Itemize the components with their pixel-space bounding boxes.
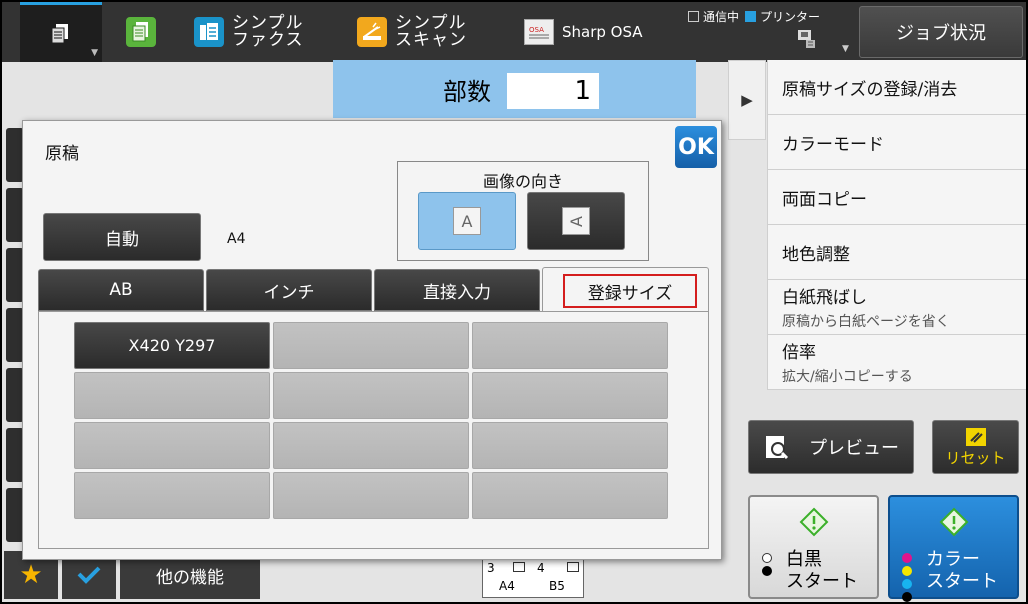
comm-indicator-icon: [688, 11, 699, 22]
sharp-osa-label: Sharp OSA: [562, 23, 643, 41]
paper-tray-indicator: 3 A4 4 B5: [482, 558, 584, 598]
home-button[interactable]: ▼: [20, 2, 102, 62]
tab-ab[interactable]: AB: [38, 269, 204, 311]
start-diamond-icon: [939, 507, 968, 537]
svg-text:OSA: OSA: [529, 26, 544, 34]
color-start-label: カラー スタート: [926, 549, 998, 592]
portrait-orientation-button[interactable]: A: [418, 192, 516, 250]
size-cell[interactable]: [273, 472, 469, 519]
size-cell[interactable]: [273, 322, 469, 369]
menu-color-mode[interactable]: カラーモード: [767, 115, 1026, 170]
check-icon: [77, 566, 101, 584]
expand-menu-button[interactable]: ▶: [728, 60, 766, 140]
size-grid: X420 Y297: [74, 322, 668, 519]
size-cell[interactable]: [472, 422, 668, 469]
original-size-dialog: 原稿 OK 自動 A4 画像の向き A A AB インチ 直接入力 登録サイズ …: [22, 120, 722, 560]
ok-button[interactable]: OK: [675, 126, 717, 168]
bw-start-button[interactable]: 白黒 スタート: [748, 495, 879, 599]
simple-fax-label: シンプル ファクス: [232, 13, 304, 50]
job-status-button[interactable]: ジョブ状況: [859, 6, 1023, 58]
dialog-title: 原稿: [45, 144, 79, 164]
tray-icon: [567, 562, 579, 572]
tab-registered-size-label: 登録サイズ: [563, 274, 697, 308]
menu-blank-skip[interactable]: 白紙飛ばし 原稿から白紙ページを省く: [767, 280, 1026, 335]
printer-device-icon: [797, 28, 817, 54]
copies-input[interactable]: 1: [507, 73, 599, 109]
menu-duplex-copy[interactable]: 両面コピー: [767, 170, 1026, 225]
simple-scan-label: シンプル スキャン: [395, 13, 467, 50]
size-cell[interactable]: [74, 422, 270, 469]
copy-mode-icon: [51, 23, 68, 43]
copies-panel: 部数 1: [333, 60, 696, 118]
size-cell[interactable]: [273, 422, 469, 469]
size-cell[interactable]: [273, 372, 469, 419]
copy-app-button[interactable]: [126, 2, 156, 62]
orientation-group: 画像の向き A A: [397, 161, 649, 261]
fax-icon: [194, 17, 224, 47]
copies-label: 部数: [443, 77, 491, 106]
right-menu: 原稿サイズの登録/消去 カラーモード 両面コピー 地色調整 白紙飛ばし 原稿から白…: [767, 60, 1026, 390]
preview-icon: [766, 436, 789, 460]
reset-icon: [965, 427, 986, 446]
start-diamond-icon: [799, 507, 828, 537]
menu-original-size-register[interactable]: 原稿サイズの登録/消去: [767, 60, 1026, 115]
top-bar: ▼ シンプル ファクス シンプル スキャン OSA Sharp OSA 通信中 …: [2, 2, 1026, 62]
size-cell[interactable]: [74, 372, 270, 419]
bw-dots-icon: [762, 553, 772, 576]
tab-registered-size[interactable]: 登録サイズ: [542, 267, 709, 313]
size-cell[interactable]: X420 Y297: [74, 322, 270, 369]
tab-inch[interactable]: インチ: [206, 269, 372, 311]
size-cell[interactable]: [74, 472, 270, 519]
status-area: 通信中 プリンター: [688, 8, 820, 25]
screen: ▼ シンプル ファクス シンプル スキャン OSA Sharp OSA 通信中 …: [2, 2, 1026, 602]
comm-status: 通信中: [688, 8, 739, 25]
printer-indicator-icon: [745, 11, 757, 22]
preview-button[interactable]: プレビュー: [748, 420, 914, 474]
color-start-button[interactable]: カラー スタート: [888, 495, 1019, 602]
size-cell[interactable]: [472, 322, 668, 369]
simple-scan-button[interactable]: シンプル スキャン: [357, 2, 467, 62]
orientation-title: 画像の向き: [482, 172, 563, 191]
reset-button[interactable]: リセット: [932, 420, 1019, 474]
sharp-osa-icon: OSA: [524, 19, 554, 45]
size-cell[interactable]: [472, 472, 668, 519]
tray-icon: [513, 562, 525, 572]
detected-size: A4: [227, 231, 246, 247]
menu-ratio[interactable]: 倍率 拡大/縮小コピーする: [767, 335, 1026, 390]
status-dropdown-icon[interactable]: ▼: [842, 44, 849, 54]
copy-app-icon: [126, 17, 156, 47]
portrait-page-icon: A: [453, 207, 481, 235]
printer-status: プリンター: [745, 8, 820, 25]
star-icon: ★: [19, 560, 43, 590]
scan-icon: [357, 17, 387, 47]
landscape-orientation-button[interactable]: A: [527, 192, 625, 250]
landscape-page-icon: A: [562, 207, 590, 235]
cmyk-dots-icon: [902, 553, 912, 602]
dropdown-icon: ▼: [91, 48, 98, 58]
auto-button[interactable]: 自動: [43, 213, 201, 261]
menu-background-adjust[interactable]: 地色調整: [767, 225, 1026, 280]
bw-start-label: 白黒 スタート: [786, 549, 858, 592]
size-cell[interactable]: [472, 372, 668, 419]
size-tabs: AB インチ 直接入力 登録サイズ: [38, 267, 709, 313]
expand-arrow-icon: ▶: [741, 91, 753, 109]
registered-size-panel: X420 Y297: [38, 311, 709, 549]
sharp-osa-button[interactable]: OSA Sharp OSA: [524, 2, 643, 62]
simple-fax-button[interactable]: シンプル ファクス: [194, 2, 304, 62]
tab-direct-input[interactable]: 直接入力: [374, 269, 540, 311]
